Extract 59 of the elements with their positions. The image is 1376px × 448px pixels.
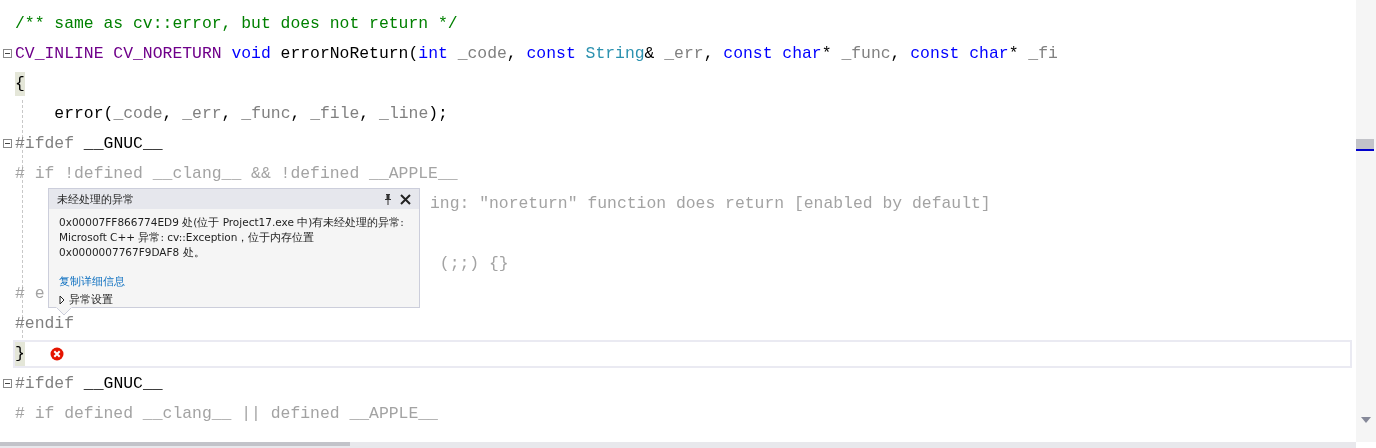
code-text: & <box>644 43 656 65</box>
code-text: #ifdef <box>15 373 75 395</box>
code-text: /** same as cv::error, but does not return */ <box>15 13 458 35</box>
code-text: _line <box>379 103 429 125</box>
collapse-icon[interactable] <box>3 139 12 148</box>
code-text: _code <box>456 43 507 65</box>
code-text: int <box>418 43 448 65</box>
code-text: # e <box>15 283 45 305</box>
collapse-icon[interactable] <box>3 379 12 388</box>
exception-settings-toggle[interactable]: 异常设置 <box>49 289 123 310</box>
code-text: _err <box>182 103 222 125</box>
code-text: void <box>230 43 271 65</box>
scroll-down-arrow-icon[interactable] <box>1361 417 1371 423</box>
scroll-marker <box>1356 139 1374 151</box>
code-text: _func <box>841 43 891 65</box>
code-text: String <box>584 43 645 65</box>
expand-triangle-icon <box>59 295 65 304</box>
code-text: , <box>162 103 174 125</box>
code-text: , <box>221 103 233 125</box>
code-text: #endif <box>15 313 75 335</box>
code-text: , <box>290 103 302 125</box>
collapse-icon[interactable] <box>3 49 12 58</box>
matched-brace: } <box>15 342 25 366</box>
code-text: ing: ″noreturn″ function does return [enabled by default] <box>430 193 991 215</box>
code-text: const <box>526 43 576 65</box>
pin-icon[interactable] <box>384 193 392 205</box>
code-text: * <box>1008 43 1020 65</box>
code-text: * <box>821 43 833 65</box>
code-text: char <box>968 43 1009 65</box>
popup-title: 未经处理的异常 <box>57 191 135 207</box>
code-text: #ifdef <box>15 133 75 155</box>
matched-brace: { <box>15 72 25 96</box>
code-text: const <box>910 43 960 65</box>
code-text: (;;) {} <box>438 253 509 275</box>
code-text: , <box>506 43 518 65</box>
code-text: _func <box>241 103 291 125</box>
code-text: _code <box>113 103 163 125</box>
close-icon[interactable] <box>400 193 411 205</box>
code-text: char <box>781 43 822 65</box>
code-text: _file <box>310 103 360 125</box>
code-text: _fi <box>1028 43 1058 65</box>
code-text: CV_INLINE CV_NORETURN <box>15 43 222 65</box>
code-text: , <box>359 103 371 125</box>
code-text: _err <box>664 43 704 65</box>
code-text: errorNoReturn( <box>279 43 419 65</box>
code-text: error( <box>53 103 114 125</box>
code-text: __GNUC__ <box>82 133 163 155</box>
code-text: const <box>723 43 773 65</box>
scroll-thumb[interactable] <box>0 442 350 446</box>
code-text: , <box>703 43 715 65</box>
code-text: __GNUC__ <box>82 373 163 395</box>
horizontal-scrollbar[interactable] <box>0 442 1356 448</box>
code-text: # if !defined __clang__ && !defined __APPLE__ <box>15 163 458 185</box>
copy-details-link[interactable]: 复制详细信息 <box>49 260 419 289</box>
vertical-scrollbar[interactable] <box>1356 0 1376 442</box>
exception-message: 0x00007FF866774ED9 处(位于 Project17.exe 中)有未经处理的异常: Microsoft C++ 异常: cv::Exception，位于内存位置 0x0000007767F9DAF8 处。 <box>58 215 405 260</box>
code-text: ); <box>428 103 448 125</box>
code-text: # if defined __clang__ || defined __APPLE__ <box>15 403 438 425</box>
code-text: , <box>890 43 902 65</box>
